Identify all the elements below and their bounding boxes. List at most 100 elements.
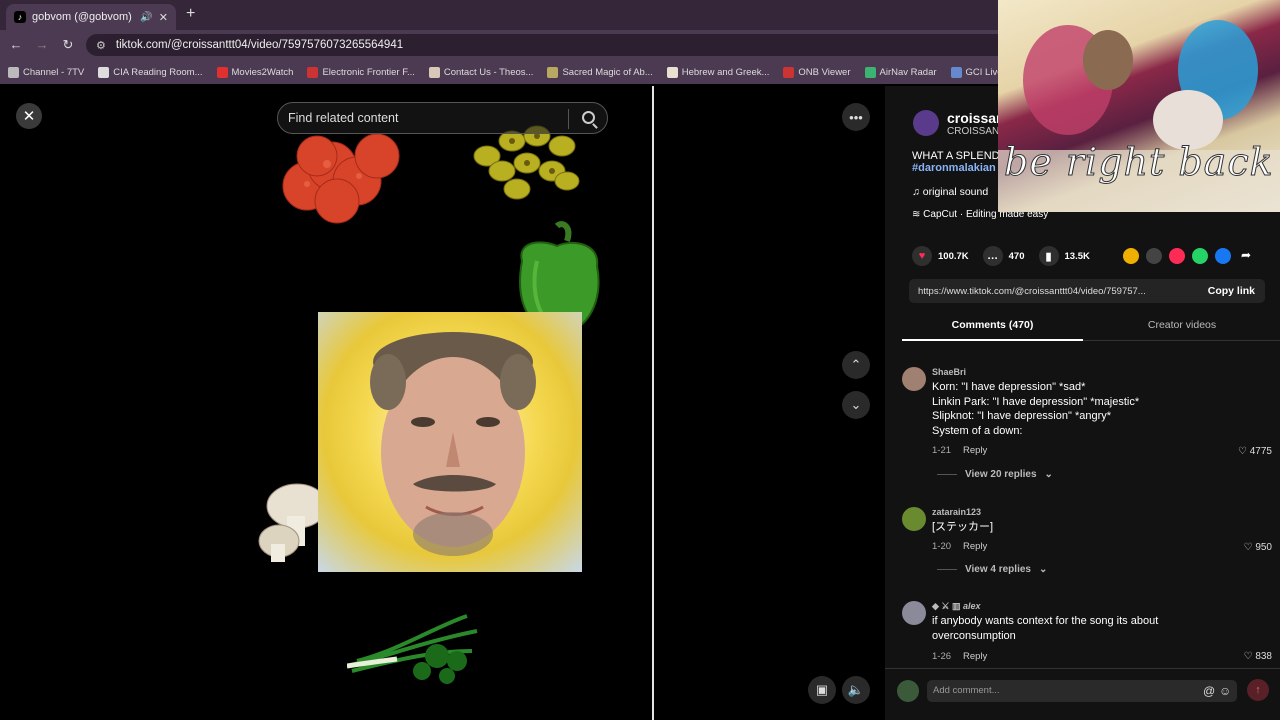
video-player[interactable] [232, 86, 652, 720]
mention-icon[interactable]: @ [1203, 684, 1215, 698]
find-related-search[interactable]: Find related content [277, 102, 608, 134]
bookmark-favicon-icon [864, 66, 876, 78]
view-replies-label: View 20 replies [965, 469, 1037, 480]
close-video-button[interactable]: ✕ [16, 103, 42, 129]
comment-meta: 1-26 Reply [932, 651, 987, 662]
heart-outline-icon: ♡ [1243, 651, 1256, 662]
copy-link-button[interactable]: Copy link [1208, 285, 1255, 297]
forward-icon[interactable]: → [34, 37, 50, 52]
author-info[interactable]: croissar CROISSAN [913, 110, 1001, 137]
capcut-icon: ≋ [912, 209, 924, 220]
reply-button[interactable]: Reply [963, 541, 987, 552]
comment-date: 1-26 [932, 651, 952, 662]
mushroom-image [258, 483, 327, 562]
bookmark-item[interactable]: Hebrew and Greek... [666, 66, 770, 78]
author-name[interactable]: croissar [947, 110, 1001, 126]
green-onion-image [347, 614, 478, 684]
comment-username[interactable]: ShaeBri [932, 367, 966, 377]
whatsapp-icon[interactable] [1192, 248, 1208, 264]
mini-player-icon[interactable]: ▣ [808, 676, 836, 704]
add-comment-input[interactable]: Add comment... [927, 680, 1237, 702]
save-button[interactable]: ▮ 13.5K [1038, 246, 1090, 266]
comment-like[interactable]: ♡ 838 [1244, 651, 1272, 662]
comment-meta: 1-21 Reply [932, 445, 987, 456]
volume-icon[interactable]: 🔈 [842, 676, 870, 704]
next-video-button[interactable]: ⌄ [842, 391, 870, 419]
reload-icon[interactable]: ↻ [60, 37, 76, 53]
my-avatar [897, 680, 919, 702]
bookmark-item[interactable]: Sacred Magic of Ab... [547, 66, 653, 78]
reply-button[interactable]: Reply [963, 651, 987, 662]
emoji-icon[interactable]: ☺ [1219, 684, 1231, 698]
more-options-button[interactable]: ••• [842, 103, 870, 131]
comment-meta: 1-20 Reply [932, 541, 987, 552]
bookmark-item[interactable]: Channel - 7TV [8, 66, 85, 78]
bookmark-label: AirNav Radar [879, 66, 937, 78]
bookmark-label: Movies2Watch [231, 66, 294, 78]
comment-avatar[interactable] [902, 601, 926, 625]
bookmark-favicon-icon [428, 66, 440, 78]
bookmark-favicon-icon [666, 66, 678, 78]
view-replies-button[interactable]: View 20 replies ⌄ [937, 469, 1053, 480]
bookmark-icon: ▮ [1038, 246, 1059, 266]
browser-tab[interactable]: ♪ gobvom (@gobvom) | TikTo 🔊 ✕ [6, 4, 176, 30]
bookmark-label: Electronic Frontier F... [322, 66, 415, 78]
comment-count: 470 [1008, 250, 1025, 262]
comment-like[interactable]: ♡ 950 [1244, 542, 1272, 553]
search-separator [568, 109, 569, 129]
comment-item: ShaeBri Korn: "I have depression" *sad* … [902, 367, 1272, 480]
bookmark-favicon-icon [98, 66, 110, 78]
bookmark-item[interactable]: AirNav Radar [864, 66, 937, 78]
bookmark-item[interactable]: Contact Us - Theos... [428, 66, 534, 78]
bookmark-favicon-icon [547, 66, 559, 78]
like-button[interactable]: ♥ 100.7K [912, 246, 969, 266]
video-link[interactable]: https://www.tiktok.com/@croissanttt04/vi… [918, 286, 1146, 297]
site-info-icon[interactable]: ⚙ [96, 39, 106, 52]
speaker-icon[interactable]: 🔊 [140, 12, 152, 23]
user-badges-icon: ◆ ⚔ ▥ [932, 601, 963, 611]
coin-share-icon[interactable] [1123, 248, 1139, 264]
author-avatar[interactable] [913, 110, 939, 136]
reply-button[interactable]: Reply [963, 445, 987, 456]
view-replies-button[interactable]: View 4 replies ⌄ [937, 564, 1047, 575]
comment-like[interactable]: ♡ 4775 [1238, 446, 1272, 457]
bookmark-item[interactable]: Movies2Watch [216, 66, 294, 78]
tab-comments[interactable]: Comments (470) [902, 310, 1083, 341]
music-link[interactable]: ♫ original sound [912, 186, 988, 198]
comment-avatar[interactable] [902, 507, 926, 531]
comment-username[interactable]: zatarain123 [932, 507, 981, 517]
post-comment-button[interactable]: ↑ [1247, 679, 1269, 701]
new-tab-button[interactable]: + [186, 5, 195, 23]
share-arrow-icon[interactable]: ➦ [1238, 248, 1254, 264]
tab-creator-videos[interactable]: Creator videos [1092, 310, 1272, 341]
heart-icon: ♥ [912, 246, 932, 266]
bookmark-label: Hebrew and Greek... [681, 66, 770, 78]
embed-icon[interactable] [1146, 248, 1162, 264]
back-icon[interactable]: ← [8, 37, 24, 52]
comments-tabs: Comments (470) Creator videos [902, 310, 1280, 341]
music-title: original sound [922, 186, 989, 198]
bookmark-label: Contact Us - Theos... [443, 66, 534, 78]
share-options: ➦ [1123, 248, 1254, 264]
search-placeholder: Find related content [288, 111, 399, 125]
comment-avatar[interactable] [902, 367, 926, 391]
close-tab-icon[interactable]: ✕ [159, 11, 168, 24]
send-to-friends-icon[interactable] [1169, 248, 1185, 264]
previous-video-button[interactable]: ⌃ [842, 351, 870, 379]
bookmark-label: CIA Reading Room... [113, 66, 203, 78]
comment-button[interactable]: … 470 [982, 246, 1025, 266]
bookmark-item[interactable]: Electronic Frontier F... [307, 66, 415, 78]
heart-outline-icon: ♡ [1243, 542, 1256, 553]
search-icon[interactable] [582, 111, 595, 124]
comment-item: zatarain123 [ステッカー] 1-20 Reply ♡ 950 Vie… [902, 507, 1272, 577]
bookmark-item[interactable]: CIA Reading Room... [98, 66, 203, 78]
facebook-icon[interactable] [1215, 248, 1231, 264]
comment-username[interactable]: ◆ ⚔ ▥ alex [932, 601, 981, 612]
bookmark-label: Channel - 7TV [23, 66, 85, 78]
tab-title: gobvom (@gobvom) | TikTo [32, 11, 134, 23]
engagement-actions: ♥ 100.7K … 470 ▮ 13.5K [912, 246, 1090, 266]
pepperoni-image [282, 133, 400, 224]
bookmark-item[interactable]: ONB Viewer [783, 66, 851, 78]
bookmark-favicon-icon [8, 66, 19, 78]
comment-like-count: 4775 [1249, 446, 1272, 457]
